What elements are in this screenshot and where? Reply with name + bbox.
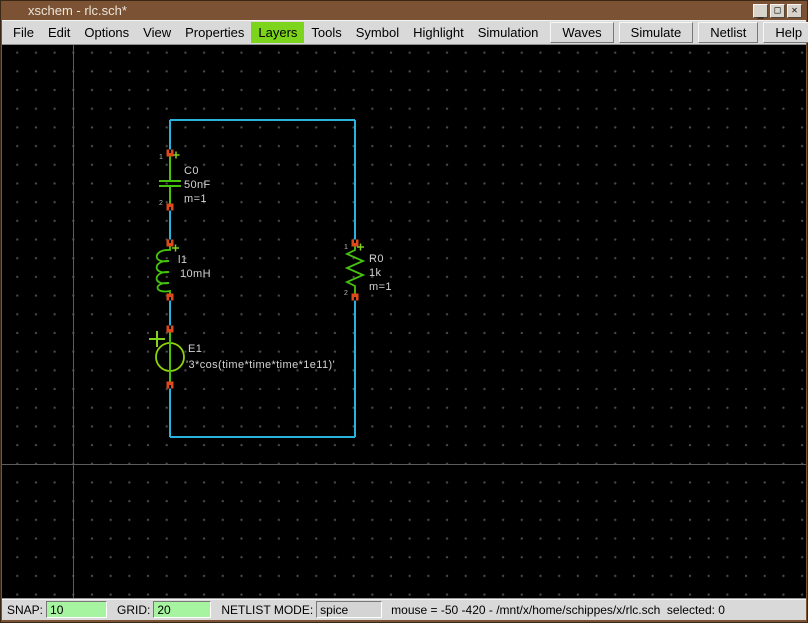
r0-pin2-number: 2: [344, 290, 348, 297]
menu-highlight[interactable]: Highlight: [406, 22, 471, 43]
menu-simulation[interactable]: Simulation: [471, 22, 546, 43]
inductor-l1[interactable]: [157, 245, 179, 297]
grid-input[interactable]: 20: [153, 601, 211, 618]
help-button[interactable]: Help: [763, 22, 808, 43]
minimize-button[interactable]: _: [753, 4, 768, 18]
schematic-canvas[interactable]: C0 50nF m=1 1 2 l1 10mH E1 '3*cos(time*t…: [2, 45, 806, 598]
l1-refdes[interactable]: l1: [178, 254, 187, 266]
menu-edit[interactable]: Edit: [41, 22, 77, 43]
menu-symbol[interactable]: Symbol: [349, 22, 406, 43]
plus-polarity-icon: [173, 152, 180, 159]
close-button[interactable]: ✕: [787, 4, 802, 18]
r0-refdes[interactable]: R0: [369, 253, 384, 265]
waves-button[interactable]: Waves: [550, 22, 613, 43]
simulate-button[interactable]: Simulate: [619, 22, 694, 43]
menu-tools[interactable]: Tools: [304, 22, 348, 43]
l1-value[interactable]: 10mH: [180, 268, 211, 280]
r0-mult[interactable]: m=1: [369, 281, 392, 293]
netlist-button[interactable]: Netlist: [698, 22, 758, 43]
snap-input[interactable]: 10: [46, 601, 107, 618]
r0-value[interactable]: 1k: [369, 267, 382, 279]
c0-pin1-number: 1: [159, 154, 163, 161]
voltage-source-e1[interactable]: [149, 331, 184, 382]
c0-mult[interactable]: m=1: [184, 193, 207, 205]
menu-properties[interactable]: Properties: [178, 22, 251, 43]
grid-label: GRID:: [117, 603, 150, 617]
e1-refdes[interactable]: E1: [188, 343, 202, 355]
netlist-mode-input[interactable]: spice: [316, 601, 382, 618]
menu-bar: File Edit Options View Properties Layers…: [2, 20, 806, 45]
menu-file[interactable]: File: [6, 22, 41, 43]
status-bar: SNAP: 10 GRID: 20 NETLIST MODE: spice mo…: [2, 598, 806, 620]
snap-label: SNAP:: [7, 603, 43, 617]
mouse-coordinates-info: mouse = -50 -420 - /mnt/x/home/schippes/…: [391, 603, 725, 617]
menu-options[interactable]: Options: [77, 22, 136, 43]
menu-layers[interactable]: Layers: [251, 22, 304, 43]
circuit-drawing: C0 50nF m=1 1 2 l1 10mH E1 '3*cos(time*t…: [2, 45, 806, 598]
toolbar-buttons: Waves Simulate Netlist Help: [545, 22, 808, 43]
c0-refdes[interactable]: C0: [184, 165, 199, 177]
r0-pin1-number: 1: [344, 244, 348, 251]
netlist-mode-label: NETLIST MODE:: [221, 603, 313, 617]
c0-value[interactable]: 50nF: [184, 179, 211, 191]
window-title: xschem - rlc.sch*: [28, 3, 127, 18]
window-controls: _ □ ✕: [753, 4, 802, 18]
maximize-button[interactable]: □: [770, 4, 785, 18]
e1-value[interactable]: '3*cos(time*time*time*1e11)': [186, 359, 335, 371]
menu-view[interactable]: View: [136, 22, 178, 43]
xschem-window: xschem - rlc.sch* _ □ ✕ File Edit Option…: [0, 0, 808, 623]
resistor-r0[interactable]: [347, 244, 364, 297]
c0-pin2-number: 2: [159, 200, 163, 207]
title-bar[interactable]: xschem - rlc.sch* _ □ ✕: [2, 1, 806, 20]
